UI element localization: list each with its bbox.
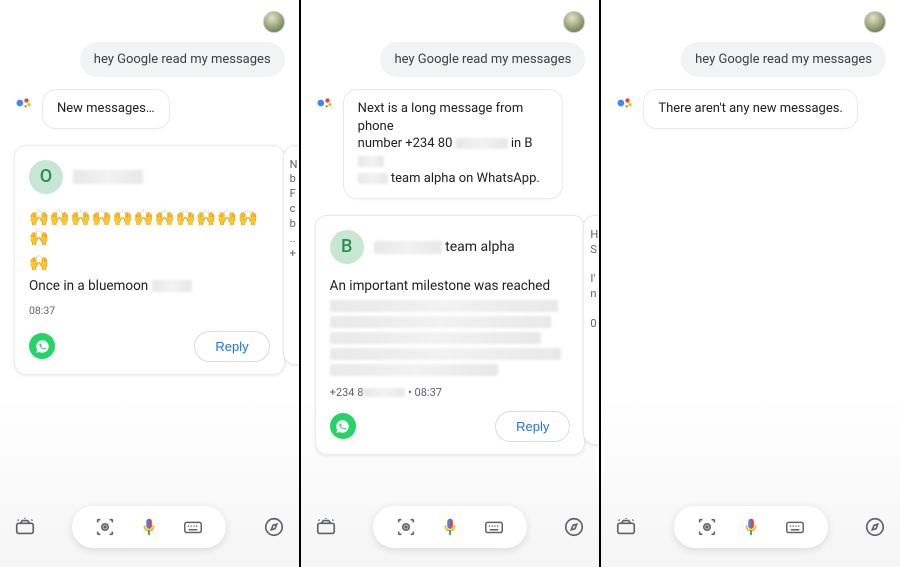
contact-name: team alpha: [374, 239, 571, 255]
input-pill: [373, 506, 527, 548]
topbar: [601, 0, 900, 36]
keyboard-icon[interactable]: [483, 516, 505, 538]
reply-button[interactable]: Reply: [194, 331, 269, 362]
user-message-row: hey Google read my messages: [601, 36, 900, 85]
message-card[interactable]: B team alpha An important milestone was …: [315, 215, 586, 455]
assistant-bubble: New messages…: [42, 89, 170, 129]
user-avatar[interactable]: [563, 11, 585, 33]
message-body-line1: An important milestone was reached: [330, 278, 550, 294]
whatsapp-icon: [330, 413, 356, 439]
message-emoji-tail: 🙌: [29, 253, 270, 274]
message-body: Once in a bluemoon: [29, 278, 270, 294]
topbar: [301, 0, 600, 36]
bottom-bar: [301, 497, 600, 567]
message-emoji-line: 🙌🙌🙌🙌🙌🙌🙌🙌🙌🙌🙌🙌: [29, 208, 270, 250]
meta-phone-prefix: +234 8: [330, 386, 364, 399]
card-footer: Reply: [29, 331, 270, 362]
contact-name-suffix: team alpha: [445, 239, 515, 255]
explore-icon[interactable]: [563, 516, 585, 538]
assistant-line4: team alpha on WhatsApp.: [391, 171, 540, 186]
explore-icon[interactable]: [263, 516, 285, 538]
assistant-row: New messages…: [0, 85, 299, 139]
card-footer: Reply: [330, 411, 571, 442]
keyboard-icon[interactable]: [182, 516, 204, 538]
panel-1: hey Google read my messages New messages…: [0, 0, 301, 567]
snapshot-icon[interactable]: [615, 516, 637, 538]
bottom-bar: [0, 497, 299, 567]
assistant-icon: [14, 93, 34, 113]
bottom-bar: [601, 497, 900, 567]
message-card[interactable]: O 🙌🙌🙌🙌🙌🙌🙌🙌🙌🙌🙌🙌 🙌 Once in a bluemoon 08:3…: [14, 145, 285, 375]
explore-icon[interactable]: [864, 516, 886, 538]
meta-time: 08:37: [415, 386, 442, 399]
assistant-bubble: Next is a long message from phone number…: [343, 89, 563, 199]
meta-sep: •: [405, 386, 414, 399]
snapshot-icon[interactable]: [14, 516, 36, 538]
contact-avatar: B: [330, 230, 364, 264]
assistant-icon: [315, 93, 335, 113]
assistant-icon: [615, 93, 635, 113]
user-message-row: hey Google read my messages: [0, 36, 299, 85]
next-card-peek[interactable]: N b F c b .. +: [283, 145, 299, 365]
message-timestamp: 08:37: [29, 304, 270, 317]
message-body-text: Once in a bluemoon: [29, 278, 148, 294]
snapshot-icon[interactable]: [315, 516, 337, 538]
user-avatar[interactable]: [263, 11, 285, 33]
reply-button[interactable]: Reply: [495, 411, 570, 442]
mic-icon[interactable]: [138, 516, 160, 538]
keyboard-icon[interactable]: [784, 516, 806, 538]
card-area: O 🙌🙌🙌🙌🙌🙌🙌🙌🙌🙌🙌🙌 🙌 Once in a bluemoon 08:3…: [0, 139, 299, 497]
lens-icon[interactable]: [696, 516, 718, 538]
card-area: B team alpha An important milestone was …: [301, 209, 600, 497]
card-header: B team alpha: [330, 230, 571, 264]
redacted-body: [330, 300, 571, 376]
assistant-row: Next is a long message from phone number…: [301, 85, 600, 209]
mic-icon[interactable]: [439, 516, 461, 538]
assistant-row: There aren't any new messages.: [601, 85, 900, 139]
input-pill: [72, 506, 226, 548]
assistant-line3: in B: [511, 136, 533, 151]
user-avatar[interactable]: [864, 11, 886, 33]
lens-icon[interactable]: [94, 516, 116, 538]
input-pill: [674, 506, 828, 548]
user-bubble: hey Google read my messages: [80, 42, 285, 77]
assistant-bubble: There aren't any new messages.: [643, 89, 858, 129]
message-meta: +234 8 • 08:37: [330, 386, 571, 399]
topbar: [0, 0, 299, 36]
card-area: [601, 139, 900, 497]
user-bubble: hey Google read my messages: [380, 42, 585, 77]
assistant-line1: Next is a long message from phone: [358, 101, 524, 134]
mic-icon[interactable]: [740, 516, 762, 538]
contact-name: [73, 169, 270, 185]
lens-icon[interactable]: [395, 516, 417, 538]
whatsapp-icon: [29, 333, 55, 359]
card-header: O: [29, 160, 270, 194]
panel-3: hey Google read my messages There aren't…: [601, 0, 900, 567]
message-body: An important milestone was reached: [330, 278, 571, 376]
next-card-peek[interactable]: H S I' n 0: [583, 215, 599, 445]
assistant-line2: number +234 80: [358, 136, 453, 151]
panel-2: hey Google read my messages Next is a lo…: [301, 0, 602, 567]
contact-avatar: O: [29, 160, 63, 194]
user-message-row: hey Google read my messages: [301, 36, 600, 85]
user-bubble: hey Google read my messages: [681, 42, 886, 77]
